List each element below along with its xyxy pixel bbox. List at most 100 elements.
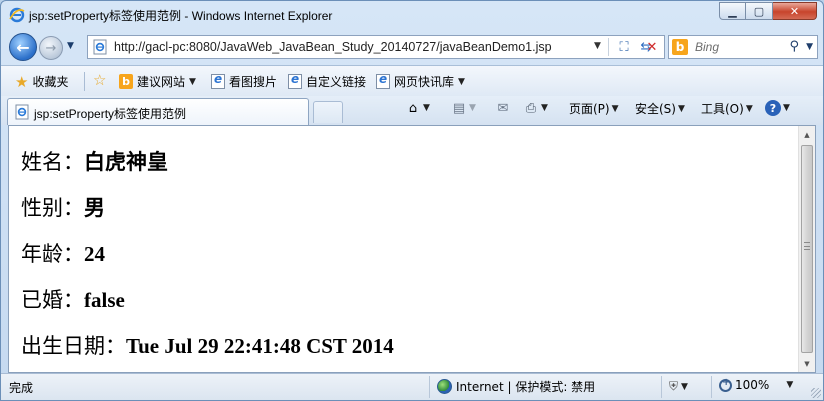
- home-icon: ⌂: [408, 100, 418, 116]
- favorites-item-image-search[interactable]: 看图搜片: [211, 72, 277, 90]
- zoom-button[interactable]: 100% ▼: [719, 377, 794, 392]
- maximize-icon: ▢: [753, 4, 765, 18]
- resize-grip-icon[interactable]: [811, 388, 821, 398]
- feeds-button[interactable]: ▤ ▼: [451, 100, 476, 116]
- ie-page-icon: [376, 72, 390, 89]
- age-line: 年龄：24: [21, 238, 105, 268]
- chevron-down-icon: ▼: [469, 103, 476, 113]
- tools-menu-label: 工具(O): [701, 102, 744, 116]
- help-icon: ?: [765, 100, 781, 116]
- favorites-item-label: 自定义链接: [306, 75, 367, 89]
- window-title: jsp:setProperty标签使用范例 - Windows Internet…: [29, 9, 333, 23]
- chevron-down-icon: ▼: [423, 103, 430, 113]
- globe-icon: [437, 379, 452, 394]
- chevron-down-icon: ▼: [189, 76, 196, 87]
- bing-icon: b: [672, 39, 688, 55]
- address-bar[interactable]: http://gacl-pc:8080/JavaWeb_JavaBean_Stu…: [87, 35, 665, 59]
- compatibility-view-icon[interactable]: ⛶: [615, 38, 633, 56]
- forward-button[interactable]: →: [39, 36, 63, 60]
- favorites-item-suggested-sites[interactable]: b 建议网站 ▼: [119, 73, 196, 90]
- tab-bar: jsp:setProperty标签使用范例 ⌂ ▼ ▤ ▼ ✉ ⎙ ▼ 页面(P…: [1, 96, 823, 125]
- scroll-up-icon[interactable]: ▲: [799, 126, 815, 143]
- bing-icon: b: [119, 74, 133, 89]
- ie-page-icon: [211, 72, 225, 89]
- add-to-favorites-bar-button[interactable]: ☆: [93, 71, 107, 89]
- gender-label: 性别：: [21, 196, 84, 220]
- maximize-button[interactable]: ▢: [746, 2, 773, 20]
- scroll-thumb[interactable]: [801, 145, 813, 353]
- add-favorite-icon: ☆: [93, 71, 107, 89]
- close-icon: ✕: [789, 4, 800, 18]
- birthday-label: 出生日期：: [21, 334, 126, 358]
- name-label: 姓名：: [21, 150, 84, 174]
- chevron-down-icon: ▼: [611, 103, 619, 114]
- favorites-separator: [84, 72, 85, 91]
- gender-line: 性别：男: [21, 192, 105, 222]
- status-separator: [711, 376, 712, 398]
- help-button[interactable]: ? ▼: [765, 100, 790, 116]
- search-placeholder[interactable]: Bing: [695, 40, 719, 54]
- minimize-button[interactable]: ▁: [719, 2, 746, 20]
- home-button[interactable]: ⌂ ▼: [405, 100, 430, 116]
- print-button[interactable]: ⎙ ▼: [523, 100, 548, 116]
- back-button[interactable]: ←: [9, 33, 37, 61]
- favorites-bar: ★ 收藏夹 ☆ b 建议网站 ▼ 看图搜片 自定义链接 网页快讯库 ▼: [1, 65, 823, 96]
- favorites-item-web-slice-gallery[interactable]: 网页快讯库 ▼: [376, 72, 465, 90]
- window-controls: ▁ ▢ ✕: [719, 2, 817, 20]
- favorites-item-custom-links[interactable]: 自定义链接: [288, 72, 367, 90]
- chevron-down-icon: ▼: [677, 103, 685, 114]
- search-box[interactable]: b Bing ⚲ ▼: [668, 35, 818, 59]
- age-label: 年龄：: [21, 242, 84, 266]
- tab-active[interactable]: jsp:setProperty标签使用范例: [7, 98, 309, 125]
- back-arrow-icon: ←: [16, 37, 30, 57]
- chevron-down-icon: ▼: [786, 380, 794, 390]
- security-zone[interactable]: Internet | 保护模式: 禁用: [437, 378, 595, 395]
- address-url[interactable]: http://gacl-pc:8080/JavaWeb_JavaBean_Stu…: [114, 40, 552, 54]
- name-value: 白虎神皇: [84, 150, 168, 174]
- zoom-icon: [719, 377, 732, 392]
- ie-page-icon: [15, 104, 29, 120]
- close-button[interactable]: ✕: [773, 2, 817, 20]
- address-separator: [608, 38, 609, 56]
- name-line: 姓名：白虎神皇: [21, 146, 168, 176]
- recent-pages-dropdown[interactable]: ▼: [67, 41, 74, 51]
- read-mail-button[interactable]: ✉: [495, 100, 511, 116]
- favorites-button[interactable]: ★ 收藏夹: [15, 73, 68, 90]
- grip-icon: [804, 242, 810, 250]
- search-icon[interactable]: ⚲: [789, 39, 799, 54]
- page-menu-label: 页面(P): [569, 102, 610, 116]
- page-content: 姓名：白虎神皇 性别：男 年龄：24 已婚：false 出生日期：Tue Jul…: [8, 125, 816, 373]
- ie-page-icon: [288, 72, 302, 89]
- status-text: 完成: [9, 381, 34, 395]
- page-menu[interactable]: 页面(P) ▼: [569, 100, 619, 117]
- protected-mode-button[interactable]: ⛨ ▼: [669, 379, 688, 394]
- navigation-bar: ← → ▼ http://gacl-pc:8080/JavaWeb_JavaBe…: [1, 29, 823, 65]
- zoom-text: 100%: [735, 378, 770, 392]
- ie-page-icon: [93, 39, 107, 55]
- married-value: false: [84, 288, 125, 312]
- star-icon: ★: [15, 72, 29, 91]
- gender-value: 男: [84, 196, 105, 220]
- safety-menu-label: 安全(S): [635, 102, 676, 116]
- favorites-item-label: 建议网站: [137, 75, 186, 89]
- tab-label: jsp:setProperty标签使用范例: [34, 107, 187, 121]
- married-line: 已婚：false: [21, 284, 125, 314]
- search-options-dropdown[interactable]: ▼: [806, 42, 813, 52]
- minimize-icon: ▁: [728, 4, 737, 18]
- chevron-down-icon: ▼: [681, 381, 688, 392]
- tools-menu[interactable]: 工具(O) ▼: [701, 100, 753, 117]
- browser-window: jsp:setProperty标签使用范例 - Windows Internet…: [0, 0, 824, 401]
- vertical-scrollbar[interactable]: ▲ ▼: [798, 126, 815, 372]
- birthday-value: Tue Jul 29 22:41:48 CST 2014: [126, 334, 394, 358]
- birthday-line: 出生日期：Tue Jul 29 22:41:48 CST 2014: [21, 330, 394, 360]
- scroll-down-icon[interactable]: ▼: [799, 355, 815, 372]
- title-bar: jsp:setProperty标签使用范例 - Windows Internet…: [1, 1, 823, 29]
- safety-menu[interactable]: 安全(S) ▼: [635, 100, 685, 117]
- address-dropdown-icon[interactable]: ▼: [594, 41, 601, 51]
- new-tab-button[interactable]: [313, 101, 343, 123]
- read-mail-icon: ✉: [497, 100, 509, 116]
- stop-icon[interactable]: ✕: [643, 38, 661, 56]
- age-value: 24: [84, 242, 105, 266]
- married-label: 已婚：: [21, 288, 84, 312]
- favorites-item-label: 网页快讯库: [394, 75, 455, 89]
